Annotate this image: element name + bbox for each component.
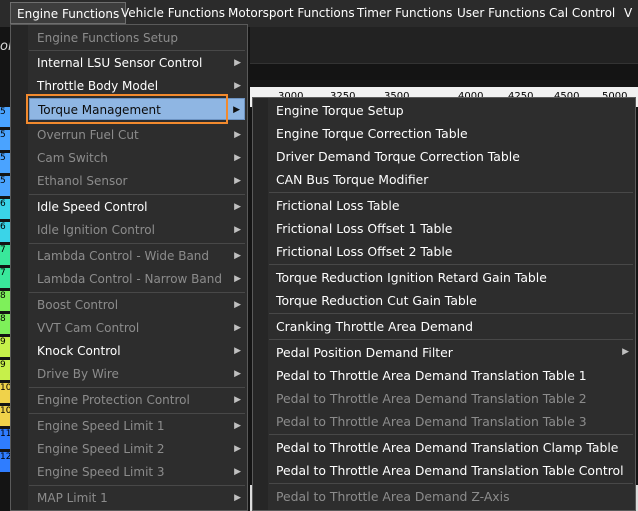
submenu-item-torque-reduction-cut-gain-table[interactable]: Torque Reduction Cut Gain Table bbox=[269, 289, 633, 312]
menu-item-idle-speed-control[interactable]: Idle Speed Control ▶ bbox=[29, 196, 245, 218]
menu-user-functions[interactable]: User Functions bbox=[457, 6, 545, 20]
chevron-right-icon: ▶ bbox=[234, 467, 241, 477]
submenu-item-pedal-throttle-area-demand-z-axis[interactable]: Pedal to Throttle Area Demand Z-Axis bbox=[269, 485, 633, 508]
menu-separator bbox=[29, 243, 245, 244]
chevron-right-icon: ▶ bbox=[234, 493, 241, 503]
background-toolbar bbox=[250, 27, 638, 64]
submenu-item-engine-torque-setup[interactable]: Engine Torque Setup bbox=[269, 99, 633, 122]
menu-separator bbox=[269, 313, 633, 314]
menu-item-engine-functions-setup[interactable]: Engine Functions Setup bbox=[29, 27, 245, 49]
menu-separator bbox=[29, 194, 245, 195]
submenu-item-torque-reduction-ignition-retard-gain-table[interactable]: Torque Reduction Ignition Retard Gain Ta… bbox=[269, 266, 633, 289]
chevron-right-icon: ▶ bbox=[234, 369, 241, 379]
submenu-item-engine-torque-correction-table[interactable]: Engine Torque Correction Table bbox=[269, 122, 633, 145]
menu-item-engine-speed-limit-1[interactable]: Engine Speed Limit 1 ▶ bbox=[29, 415, 245, 437]
chevron-right-icon: ▶ bbox=[234, 323, 241, 333]
chevron-right-icon: ▶ bbox=[234, 421, 241, 431]
chevron-right-icon: ▶ bbox=[622, 347, 629, 357]
menu-item-overrun-fuel-cut[interactable]: Overrun Fuel Cut ▶ bbox=[29, 124, 245, 146]
menu-engine-functions[interactable]: Engine Functions bbox=[10, 2, 127, 24]
menu-separator bbox=[269, 264, 633, 265]
chevron-right-icon: ▶ bbox=[234, 346, 241, 356]
chevron-right-icon: ▶ bbox=[234, 153, 241, 163]
menu-item-lambda-control-narrow-band[interactable]: Lambda Control - Narrow Band ▶ bbox=[29, 268, 245, 290]
menu-separator bbox=[29, 50, 245, 51]
menu-separator bbox=[29, 292, 245, 293]
chevron-right-icon: ▶ bbox=[234, 395, 241, 405]
menu-separator bbox=[29, 485, 245, 486]
engine-functions-menu: Engine Functions Setup Internal LSU Sens… bbox=[10, 24, 248, 511]
submenu-item-pedal-translation-clamp-table[interactable]: Pedal to Throttle Area Demand Translatio… bbox=[269, 436, 633, 459]
chevron-right-icon: ▶ bbox=[233, 105, 240, 115]
submenu-icon-gutter bbox=[253, 98, 268, 510]
menu-item-throttle-body-model[interactable]: Throttle Body Model ▶ bbox=[29, 75, 245, 97]
menu-item-map-limit-1[interactable]: MAP Limit 1 ▶ bbox=[29, 487, 245, 509]
menu-cal-control[interactable]: Cal Control bbox=[549, 6, 615, 20]
menu-separator bbox=[29, 413, 245, 414]
menu-item-drive-by-wire[interactable]: Drive By Wire ▶ bbox=[29, 363, 245, 385]
menu-motorsport-functions[interactable]: Motorsport Functions bbox=[228, 6, 355, 20]
menu-item-engine-protection-control[interactable]: Engine Protection Control ▶ bbox=[29, 389, 245, 411]
chevron-right-icon: ▶ bbox=[234, 58, 241, 68]
chevron-right-icon: ▶ bbox=[234, 81, 241, 91]
submenu-item-pedal-translation-table-1[interactable]: Pedal to Throttle Area Demand Translatio… bbox=[269, 364, 633, 387]
menu-item-internal-lsu-sensor-control[interactable]: Internal LSU Sensor Control ▶ bbox=[29, 52, 245, 74]
submenu-item-pedal-position-demand-filter[interactable]: Pedal Position Demand Filter ▶ bbox=[269, 341, 633, 364]
submenu-item-frictional-loss-offset-2-table[interactable]: Frictional Loss Offset 2 Table bbox=[269, 240, 633, 263]
submenu-item-frictional-loss-offset-1-table[interactable]: Frictional Loss Offset 1 Table bbox=[269, 217, 633, 240]
menu-separator bbox=[269, 339, 633, 340]
menu-item-lambda-control-wide-band[interactable]: Lambda Control - Wide Band ▶ bbox=[29, 245, 245, 267]
submenu-item-pedal-translation-table-3[interactable]: Pedal to Throttle Area Demand Translatio… bbox=[269, 410, 633, 433]
menu-item-cam-switch[interactable]: Cam Switch ▶ bbox=[29, 147, 245, 169]
menu-truncated[interactable]: V bbox=[624, 6, 632, 20]
chevron-right-icon: ▶ bbox=[234, 225, 241, 235]
menu-item-knock-control[interactable]: Knock Control ▶ bbox=[29, 340, 245, 362]
chevron-right-icon: ▶ bbox=[234, 444, 241, 454]
menu-item-engine-speed-limit-3[interactable]: Engine Speed Limit 3 ▶ bbox=[29, 461, 245, 483]
menu-item-vvt-cam-control[interactable]: VVT Cam Control ▶ bbox=[29, 317, 245, 339]
menu-separator bbox=[29, 387, 245, 388]
menu-timer-functions[interactable]: Timer Functions bbox=[357, 6, 452, 20]
submenu-item-frictional-loss-table[interactable]: Frictional Loss Table bbox=[269, 194, 633, 217]
menu-separator bbox=[269, 192, 633, 193]
menu-item-ethanol-sensor[interactable]: Ethanol Sensor ▶ bbox=[29, 170, 245, 192]
submenu-item-can-bus-torque-modifier[interactable]: CAN Bus Torque Modifier bbox=[269, 168, 633, 191]
menu-separator bbox=[269, 483, 633, 484]
submenu-item-cranking-throttle-area-demand[interactable]: Cranking Throttle Area Demand bbox=[269, 315, 633, 338]
torque-management-submenu: Engine Torque Setup Engine Torque Correc… bbox=[252, 97, 636, 511]
menu-separator bbox=[269, 434, 633, 435]
submenu-item-pedal-translation-table-control[interactable]: Pedal to Throttle Area Demand Translatio… bbox=[269, 459, 633, 482]
chevron-right-icon: ▶ bbox=[234, 300, 241, 310]
chevron-right-icon: ▶ bbox=[234, 274, 241, 284]
chevron-right-icon: ▶ bbox=[234, 130, 241, 140]
menu-item-torque-management[interactable]: Torque Management ▶ bbox=[29, 98, 245, 120]
chevron-right-icon: ▶ bbox=[234, 251, 241, 261]
menu-item-boost-control[interactable]: Boost Control ▶ bbox=[29, 294, 245, 316]
submenu-item-pedal-translation-table-2[interactable]: Pedal to Throttle Area Demand Translatio… bbox=[269, 387, 633, 410]
chevron-right-icon: ▶ bbox=[234, 202, 241, 212]
submenu-item-driver-demand-torque-correction-table[interactable]: Driver Demand Torque Correction Table bbox=[269, 145, 633, 168]
menu-item-engine-speed-limit-2[interactable]: Engine Speed Limit 2 ▶ bbox=[29, 438, 245, 460]
chevron-right-icon: ▶ bbox=[234, 176, 241, 186]
menu-item-idle-ignition-control[interactable]: Idle Ignition Control ▶ bbox=[29, 219, 245, 241]
menu-vehicle-functions[interactable]: Vehicle Functions bbox=[121, 6, 225, 20]
menu-icon-gutter bbox=[11, 25, 28, 510]
